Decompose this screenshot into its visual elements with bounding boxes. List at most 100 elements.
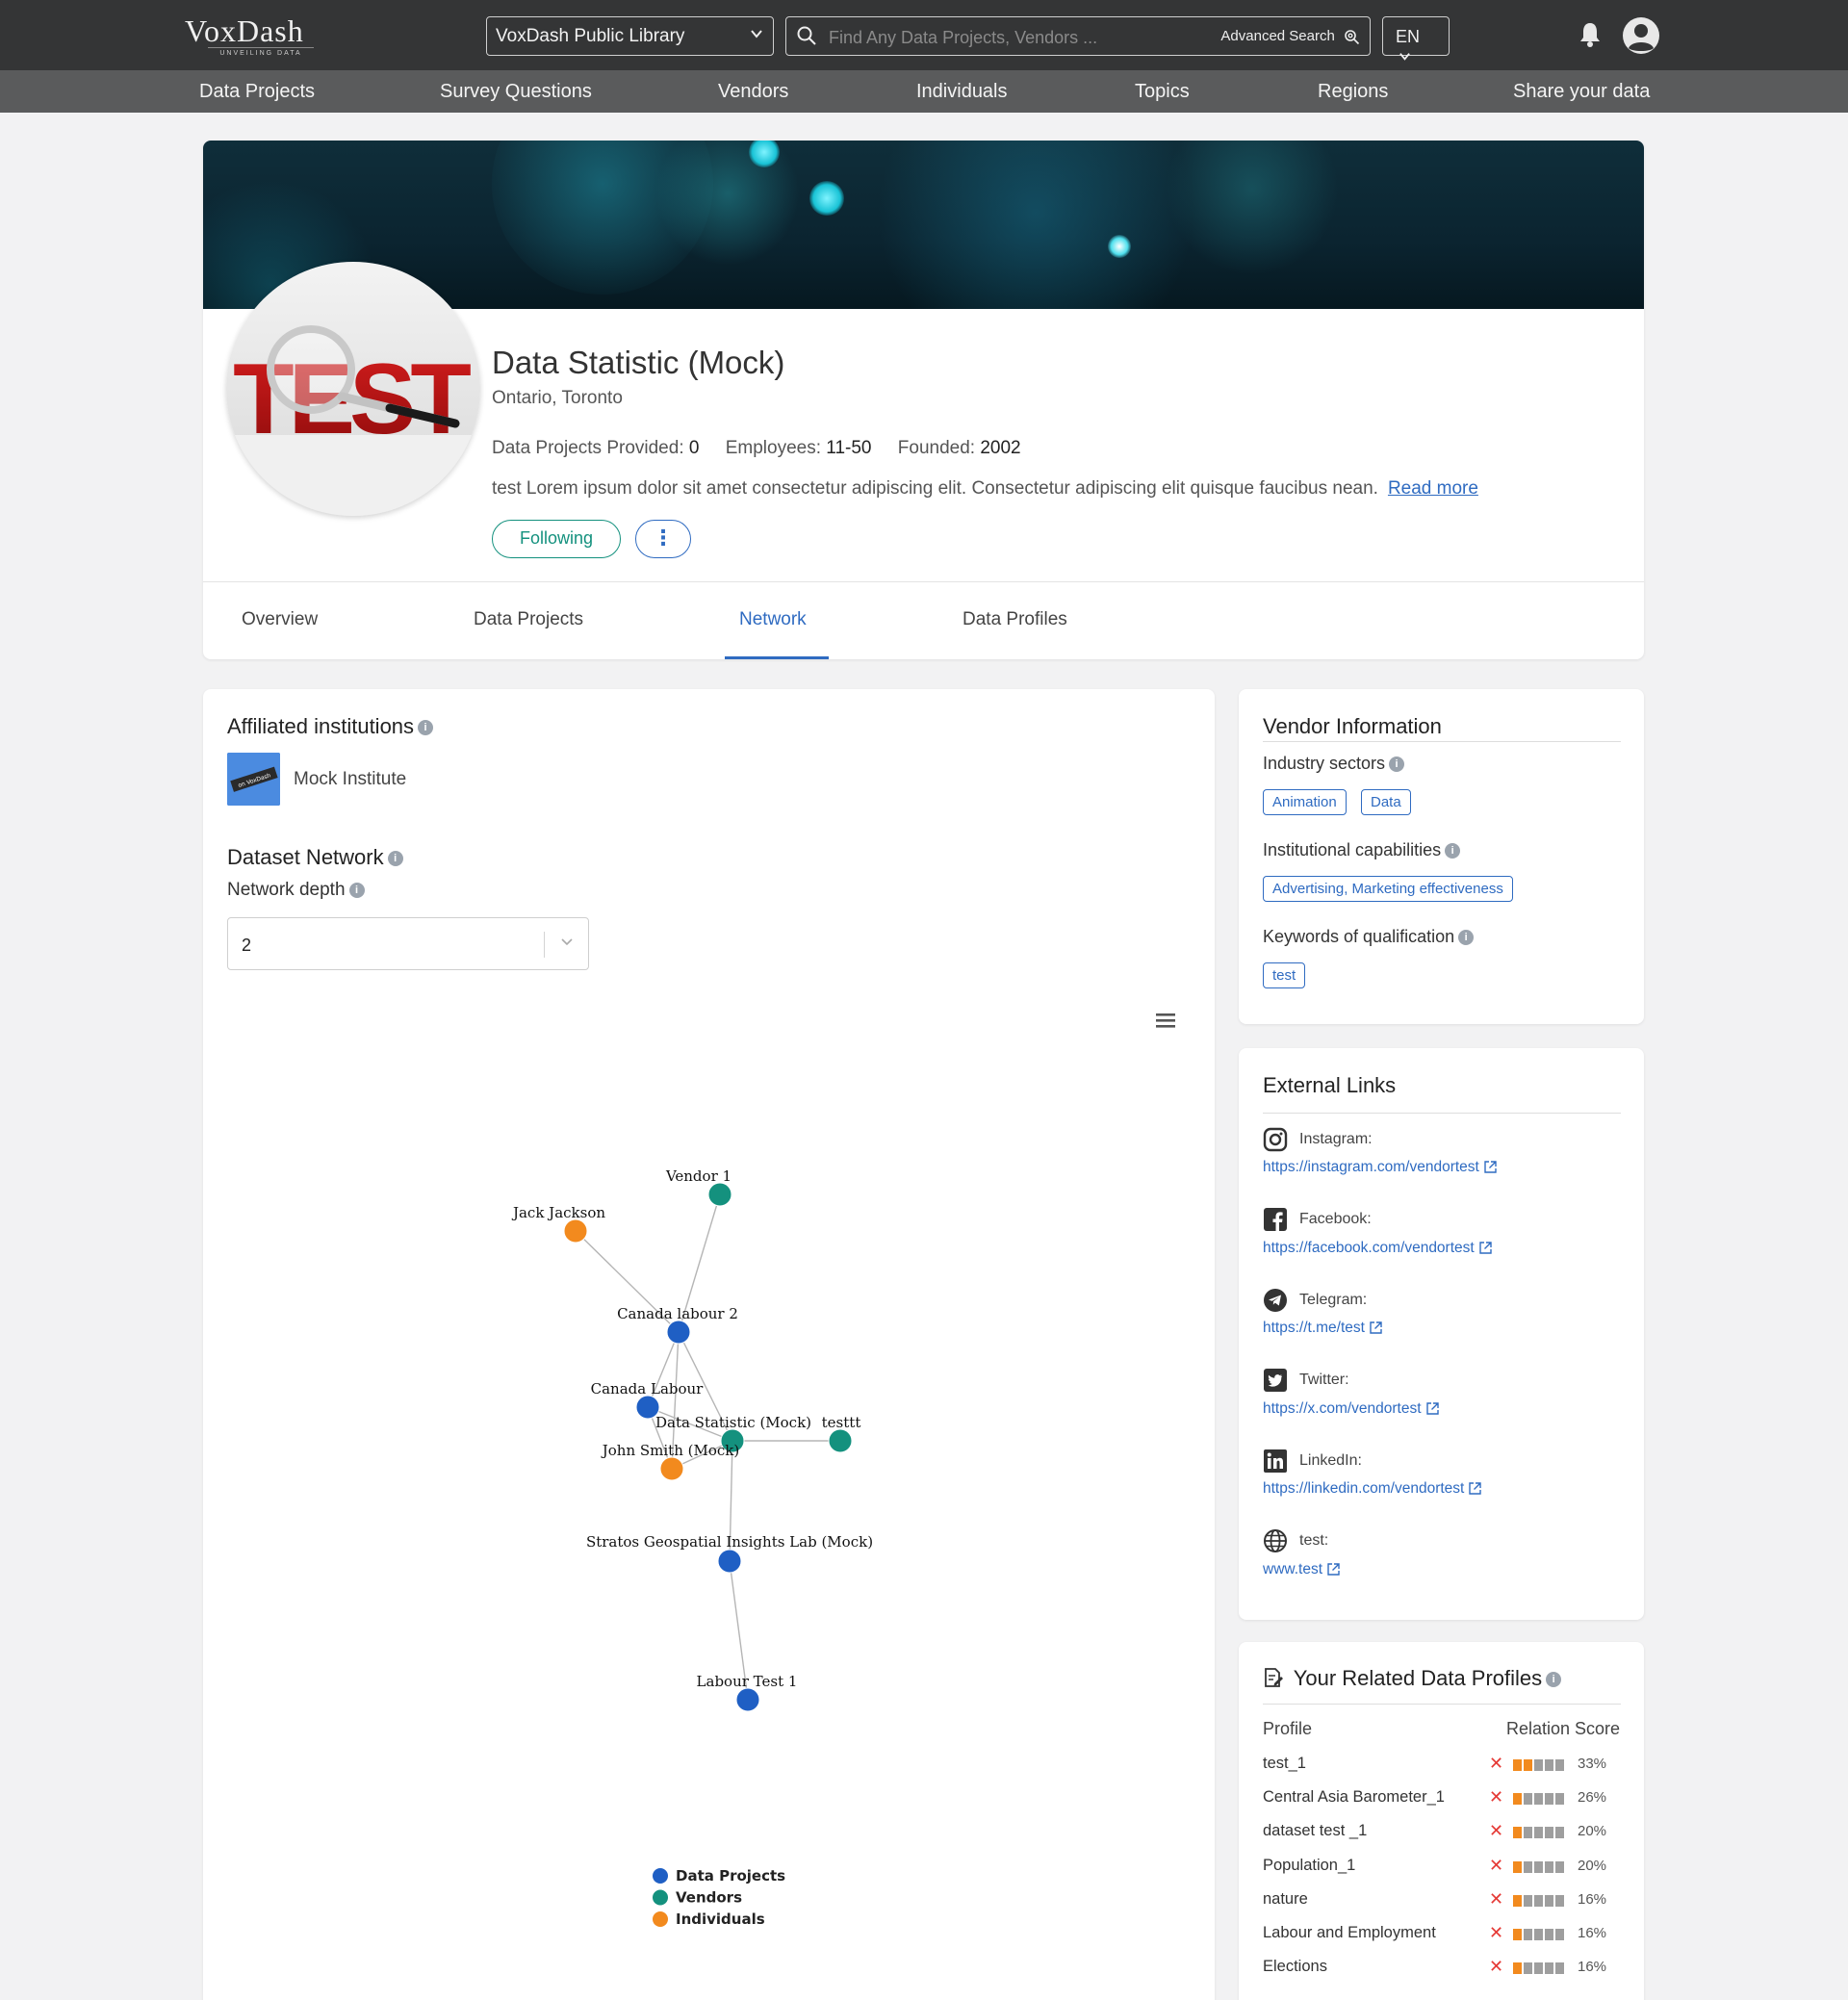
- chip-industry[interactable]: Animation: [1263, 789, 1347, 815]
- profile-name[interactable]: Labour and Employment: [1263, 1924, 1436, 1942]
- profile-name[interactable]: dataset test _1: [1263, 1822, 1367, 1840]
- tab-network[interactable]: Network: [739, 609, 807, 630]
- nav-individuals[interactable]: Individuals: [916, 81, 1008, 103]
- tab-data-profiles[interactable]: Data Profiles: [962, 609, 1067, 630]
- network-node[interactable]: [735, 1687, 760, 1712]
- bell-icon[interactable]: [1578, 21, 1602, 53]
- nav-survey-questions[interactable]: Survey Questions: [440, 81, 592, 103]
- score-segment: [1534, 1894, 1543, 1907]
- twitter-link[interactable]: https://x.com/vendortest: [1263, 1400, 1440, 1418]
- network-node[interactable]: [717, 1549, 742, 1574]
- advanced-search-button[interactable]: Advanced Search: [1220, 28, 1360, 45]
- profile-name[interactable]: Elections: [1263, 1958, 1327, 1976]
- page-title: Data Statistic (Mock): [492, 345, 785, 380]
- divider: [1263, 1113, 1621, 1114]
- network-node[interactable]: [659, 1456, 684, 1481]
- table-row[interactable]: Labour and Employment ✕ 16%: [1263, 1923, 1621, 1947]
- nav-regions[interactable]: Regions: [1318, 81, 1388, 103]
- library-select[interactable]: VoxDash Public Library: [486, 16, 774, 56]
- more-options-button[interactable]: ⋮: [635, 520, 691, 558]
- profile-description: test Lorem ipsum dolor sit amet consecte…: [492, 478, 1478, 500]
- remove-icon[interactable]: ✕: [1489, 1754, 1503, 1774]
- following-button[interactable]: Following: [492, 520, 621, 558]
- tab-overview[interactable]: Overview: [242, 609, 318, 630]
- search-input[interactable]: Find Any Data Projects, Vendors ...: [829, 28, 1097, 48]
- table-row[interactable]: Population_1 ✕ 20%: [1263, 1856, 1621, 1880]
- network-node-label: Labour Test 1: [697, 1673, 798, 1690]
- info-icon[interactable]: i: [1546, 1672, 1562, 1688]
- legend-marker[interactable]: [653, 1868, 668, 1884]
- legend-marker[interactable]: [653, 1889, 668, 1906]
- network-node[interactable]: [828, 1428, 853, 1453]
- table-row[interactable]: nature ✕ 16%: [1263, 1889, 1621, 1913]
- remove-icon[interactable]: ✕: [1489, 1957, 1503, 1977]
- score-segment: [1545, 1929, 1553, 1940]
- linkedin-link[interactable]: https://linkedin.com/vendortest: [1263, 1480, 1482, 1498]
- legend-label[interactable]: Individuals: [676, 1910, 765, 1928]
- external-links-title: External Links: [1263, 1073, 1397, 1097]
- language-select[interactable]: EN: [1382, 16, 1450, 61]
- profile-name[interactable]: Central Asia Barometer_1: [1263, 1788, 1445, 1807]
- remove-icon[interactable]: ✕: [1489, 1889, 1503, 1910]
- dataset-network-graph[interactable]: Vendor 1 Jack Jackson Canada labour 2 Canad…: [203, 689, 1215, 1960]
- link-url-text: https://facebook.com/vendortest: [1263, 1240, 1475, 1256]
- logo-text: VoxDash: [185, 13, 304, 48]
- nav-vendors[interactable]: Vendors: [718, 81, 788, 103]
- table-row[interactable]: Central Asia Barometer_1 ✕ 26%: [1263, 1787, 1621, 1811]
- score-segment: [1545, 1759, 1553, 1771]
- score-segment: [1555, 1793, 1564, 1806]
- network-node[interactable]: [666, 1320, 691, 1345]
- legend-label[interactable]: Data Projects: [676, 1867, 785, 1885]
- info-icon[interactable]: i: [1445, 843, 1461, 859]
- institutional-capabilities-label: Institutional capabilities i: [1263, 840, 1461, 860]
- legend-label[interactable]: Vendors: [676, 1889, 742, 1907]
- profile-name[interactable]: nature: [1263, 1890, 1308, 1909]
- table-row[interactable]: test_1 ✕ 33%: [1263, 1754, 1621, 1778]
- read-more-link[interactable]: Read more: [1388, 478, 1478, 499]
- score-segment: [1524, 1759, 1532, 1771]
- remove-icon[interactable]: ✕: [1489, 1821, 1503, 1841]
- chip-capability[interactable]: Advertising, Marketing effectiveness: [1263, 876, 1513, 902]
- nav-topics[interactable]: Topics: [1135, 81, 1190, 103]
- website-link[interactable]: www.test: [1263, 1561, 1341, 1578]
- chip-industry[interactable]: Data: [1361, 789, 1411, 815]
- legend-marker[interactable]: [653, 1911, 668, 1927]
- link-url-text: www.test: [1263, 1561, 1323, 1577]
- gear-search-icon: [1345, 30, 1360, 45]
- nav-share-your-data[interactable]: Share your data: [1513, 81, 1650, 103]
- score-segment: [1555, 1827, 1564, 1839]
- nav-data-projects[interactable]: Data Projects: [199, 81, 315, 103]
- profile-name[interactable]: Population_1: [1263, 1857, 1355, 1875]
- network-node-label: Canada labour 2: [617, 1305, 738, 1322]
- tab-data-projects[interactable]: Data Projects: [474, 609, 583, 630]
- vendor-information-card: Vendor Information Industry sectors i Ani…: [1239, 689, 1644, 1024]
- remove-icon[interactable]: ✕: [1489, 1787, 1503, 1808]
- info-icon[interactable]: i: [1458, 930, 1475, 946]
- score-segment: [1555, 1962, 1564, 1975]
- remove-icon[interactable]: ✕: [1489, 1856, 1503, 1876]
- external-link-icon: [1370, 1321, 1382, 1335]
- score-segment: [1524, 1793, 1532, 1806]
- table-row[interactable]: dataset test _1 ✕ 20%: [1263, 1821, 1621, 1845]
- voxdash-logo[interactable]: VoxDash UNVEILING DATA: [185, 13, 314, 57]
- user-icon[interactable]: [1622, 16, 1660, 60]
- remove-icon[interactable]: ✕: [1489, 1923, 1503, 1943]
- stat-projects-label: Data Projects Provided:: [492, 438, 684, 458]
- score-segment: [1524, 1860, 1532, 1873]
- link-label: Twitter:: [1299, 1372, 1349, 1388]
- chip-keyword[interactable]: test: [1263, 962, 1306, 988]
- search-box[interactable]: Find Any Data Projects, Vendors ... Adva…: [785, 16, 1371, 56]
- score-segment: [1545, 1827, 1553, 1839]
- profile-name[interactable]: test_1: [1263, 1755, 1306, 1773]
- score-segment: [1534, 1793, 1543, 1806]
- table-row[interactable]: Elections ✕ 16%: [1263, 1957, 1621, 1981]
- network-node-label: Stratos Geospatial Insights Lab (Mock): [586, 1533, 873, 1551]
- network-node[interactable]: [707, 1182, 732, 1207]
- instagram-link[interactable]: https://instagram.com/vendortest: [1263, 1159, 1498, 1176]
- top-bar: VoxDash UNVEILING DATA VoxDash Public Li…: [0, 0, 1848, 70]
- network-node[interactable]: [563, 1218, 588, 1244]
- telegram-link[interactable]: https://t.me/test: [1263, 1320, 1383, 1337]
- facebook-link[interactable]: https://facebook.com/vendortest: [1263, 1240, 1493, 1257]
- info-icon[interactable]: i: [1389, 756, 1405, 773]
- stat-employees-label: Employees:: [725, 438, 822, 458]
